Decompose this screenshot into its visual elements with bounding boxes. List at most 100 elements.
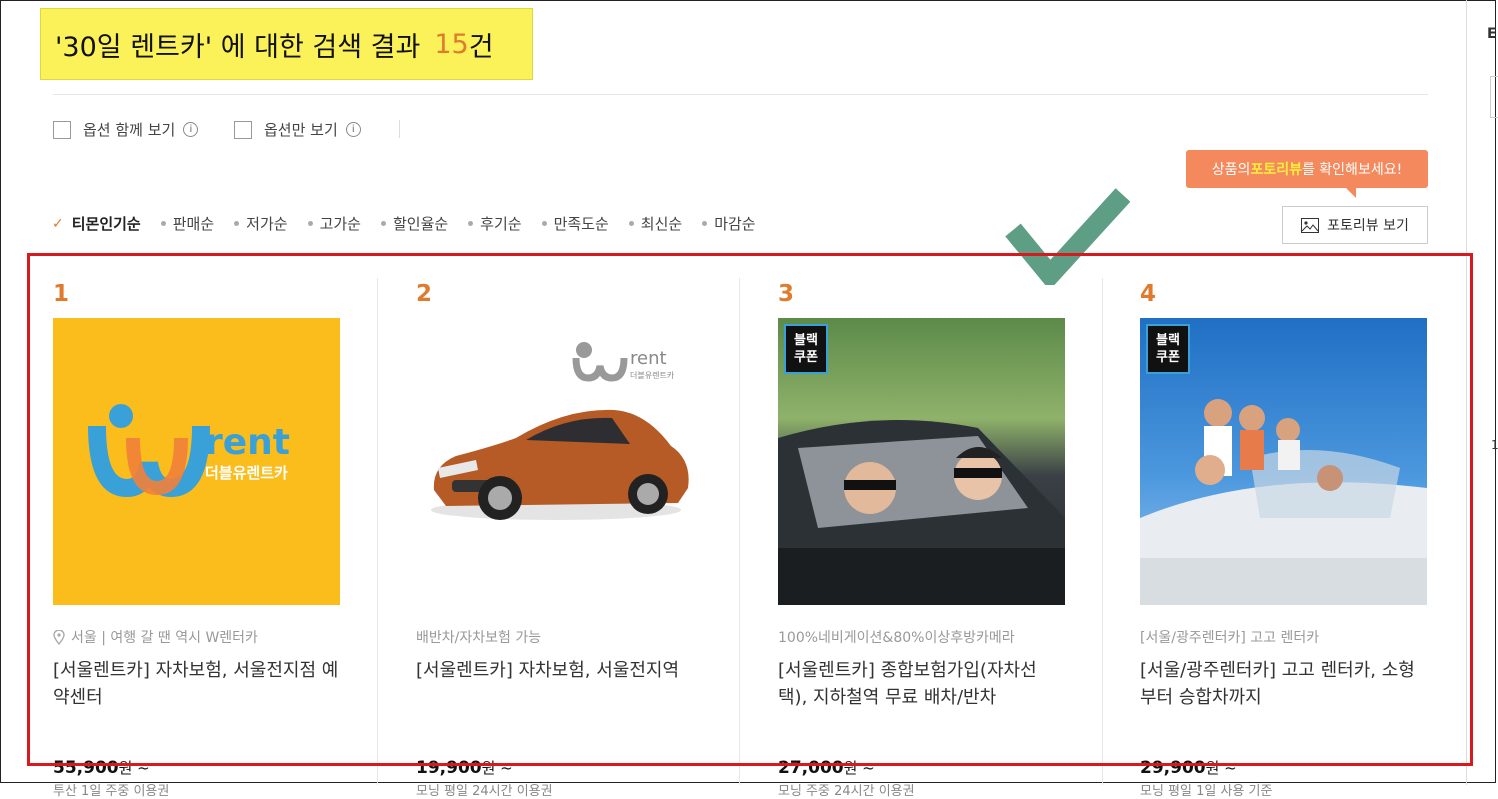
- tooltip-text-pre: 상품의: [1211, 162, 1251, 178]
- photo-review-label: 포토리뷰 보기: [1327, 218, 1409, 234]
- bullet-icon: [702, 221, 708, 226]
- search-result-count: 15: [434, 28, 469, 60]
- logo-text: rent: [630, 348, 667, 369]
- sort-newest[interactable]: 최신순: [628, 213, 683, 234]
- product-subline: [서울/광주렌터카] 고고 렌터카: [1140, 630, 1320, 646]
- bullet-icon: [307, 221, 313, 226]
- sort-label: 만족도순: [553, 215, 609, 233]
- sort-label: 고가순: [319, 215, 361, 233]
- annotation-check-icon: [1005, 188, 1130, 285]
- product-title[interactable]: [서울렌트카] 자차보험, 서울전지역: [416, 657, 703, 717]
- price-unit: 원 ~: [118, 759, 150, 777]
- logo-text: rent: [205, 422, 290, 463]
- location-pin-icon: [53, 629, 65, 645]
- check-icon: ✓: [52, 215, 64, 232]
- tooltip-highlight: 포토리뷰: [1250, 162, 1302, 178]
- product-usage: 모닝 평일 24시간 이용권: [416, 784, 553, 799]
- right-panel-heading: E: [1487, 26, 1497, 42]
- logo-subtext: 더블유렌트카: [205, 464, 288, 482]
- info-icon[interactable]: i: [345, 122, 361, 137]
- product-card-4[interactable]: 4 블랙 쿠폰 [서울/광주렌터카] 고고 렌터카 [서울/광주렌터카] 고고 …: [1140, 280, 1430, 799]
- sort-popular[interactable]: ✓ 티몬인기순: [52, 213, 141, 234]
- option-with-label: 옵션 함께 보기: [83, 121, 176, 139]
- right-panel-digit: 1: [1491, 438, 1498, 452]
- card-separator: [739, 278, 740, 785]
- black-coupon-badge: 블랙 쿠폰: [784, 324, 828, 374]
- bullet-icon: [628, 221, 634, 226]
- product-thumbnail[interactable]: 블랙 쿠폰: [1140, 318, 1427, 605]
- option-only-toggle[interactable]: 옵션만 보기 i: [234, 119, 361, 140]
- price-value: 55,900: [53, 758, 119, 778]
- product-rank: 3: [778, 281, 795, 307]
- sort-sales[interactable]: 판매순: [160, 213, 215, 234]
- bullet-icon: [234, 221, 240, 226]
- sort-label: 최신순: [640, 215, 683, 233]
- product-title[interactable]: [서울렌트카] 자차보험, 서울전지점 예약센터: [53, 657, 340, 717]
- logo-subtext: 더블유렌트카: [630, 370, 675, 380]
- option-with-toggle[interactable]: 옵션 함께 보기 i: [53, 119, 199, 140]
- tooltip-text-post: 를 확인해보세요!: [1301, 162, 1403, 178]
- search-result-title: '30일 렌트카' 에 대한 검색 결과 15 건: [40, 8, 533, 80]
- product-price: 27,000원 ~: [778, 757, 1068, 778]
- wrent-logo-image: rent 더블유렌트카: [88, 404, 290, 498]
- image-icon: [1301, 217, 1320, 233]
- product-subline: 100%네비게이션&80%이상후방카메라: [778, 630, 1015, 646]
- product-price: 19,900원 ~: [416, 757, 706, 778]
- product-price: 29,900원 ~: [1140, 757, 1430, 778]
- sort-label: 티몬인기순: [71, 215, 141, 233]
- photo-review-button[interactable]: 포토리뷰 보기: [1282, 206, 1428, 244]
- option-with-checkbox[interactable]: [53, 120, 71, 139]
- product-card-1[interactable]: 1 rent 더블유렌트카 서울 | 여행 갈 땐 역시 W렌터카 [서울렌트카…: [53, 280, 343, 799]
- product-thumbnail[interactable]: rent 더블유렌트카: [53, 318, 340, 605]
- product-usage: 모닝 주중 24시간 이용권: [778, 784, 915, 799]
- options-separator: [399, 120, 400, 138]
- photo-review-tooltip: 상품의 포토리뷰 를 확인해보세요!: [1186, 150, 1428, 188]
- sort-label: 마감순: [714, 215, 756, 233]
- product-subline: 서울 | 여행 갈 땐 역시 W렌터카: [53, 627, 343, 647]
- search-result-count-unit: 건: [468, 31, 494, 63]
- sort-closing[interactable]: 마감순: [702, 213, 756, 234]
- sort-high-price[interactable]: 고가순: [307, 213, 361, 234]
- bullet-icon: [468, 221, 474, 226]
- right-panel-box[interactable]: [1490, 76, 1498, 118]
- product-price: 55,900원 ~: [53, 757, 343, 778]
- product-title[interactable]: [서울렌트카] 종합보험가입(자차선택), 지하철역 무료 배차/반차: [778, 657, 1065, 717]
- tooltip-tail: [1346, 188, 1356, 198]
- bullet-icon: [541, 221, 547, 226]
- bullet-icon: [380, 221, 386, 226]
- sort-low-price[interactable]: 저가순: [234, 213, 288, 234]
- right-panel-divider: [1466, 0, 1467, 785]
- divider: [53, 94, 1428, 95]
- option-only-label: 옵션만 보기: [264, 121, 338, 139]
- sort-bar: ✓ 티몬인기순 판매순 저가순 고가순 할인율순 후기순 만족도순 최신순 마감순: [52, 213, 776, 234]
- product-title[interactable]: [서울/광주렌터카] 고고 렌터카, 소형부터 승합차까지: [1140, 657, 1427, 717]
- bullet-icon: [160, 221, 166, 226]
- product-rank: 4: [1140, 281, 1157, 307]
- sort-label: 저가순: [246, 215, 288, 233]
- price-value: 27,000: [778, 758, 844, 778]
- car-photo-image: rent 더블유렌트카: [431, 342, 689, 520]
- info-icon[interactable]: i: [183, 122, 199, 137]
- card-separator: [377, 278, 378, 785]
- sort-label: 후기순: [480, 215, 522, 233]
- price-value: 29,900: [1140, 758, 1206, 778]
- card-separator: [1102, 278, 1103, 785]
- product-thumbnail[interactable]: 블랙 쿠폰: [778, 318, 1065, 605]
- sort-label: 판매순: [172, 215, 215, 233]
- price-unit: 원 ~: [1205, 759, 1237, 777]
- product-usage: 모닝 평일 1일 사용 기준: [1140, 784, 1273, 799]
- product-subline: 배반차/자차보험 가능: [416, 630, 542, 646]
- product-thumbnail[interactable]: rent 더블유렌트카: [416, 318, 703, 605]
- product-usage: 투산 1일 주중 이용권: [53, 784, 170, 799]
- product-rank: 1: [53, 281, 70, 307]
- sort-label: 할인율순: [392, 215, 449, 233]
- option-only-checkbox[interactable]: [234, 120, 252, 139]
- product-rank: 2: [416, 281, 433, 307]
- sort-satisfaction[interactable]: 만족도순: [541, 213, 609, 234]
- product-card-2[interactable]: 2 rent 더블유렌트카 배반차/자차보험 가능 [서울렌트카] 자차보험, …: [416, 280, 706, 799]
- sort-reviews[interactable]: 후기순: [468, 213, 522, 234]
- search-title-text: '30일 렌트카' 에 대한 검색 결과: [55, 31, 421, 63]
- sort-discount[interactable]: 할인율순: [380, 213, 449, 234]
- price-unit: 원 ~: [481, 759, 513, 777]
- product-card-3[interactable]: 3 블랙 쿠폰 100%네비게이션&80%이상후방카메라 [서울렌트카] 종합보…: [778, 280, 1068, 799]
